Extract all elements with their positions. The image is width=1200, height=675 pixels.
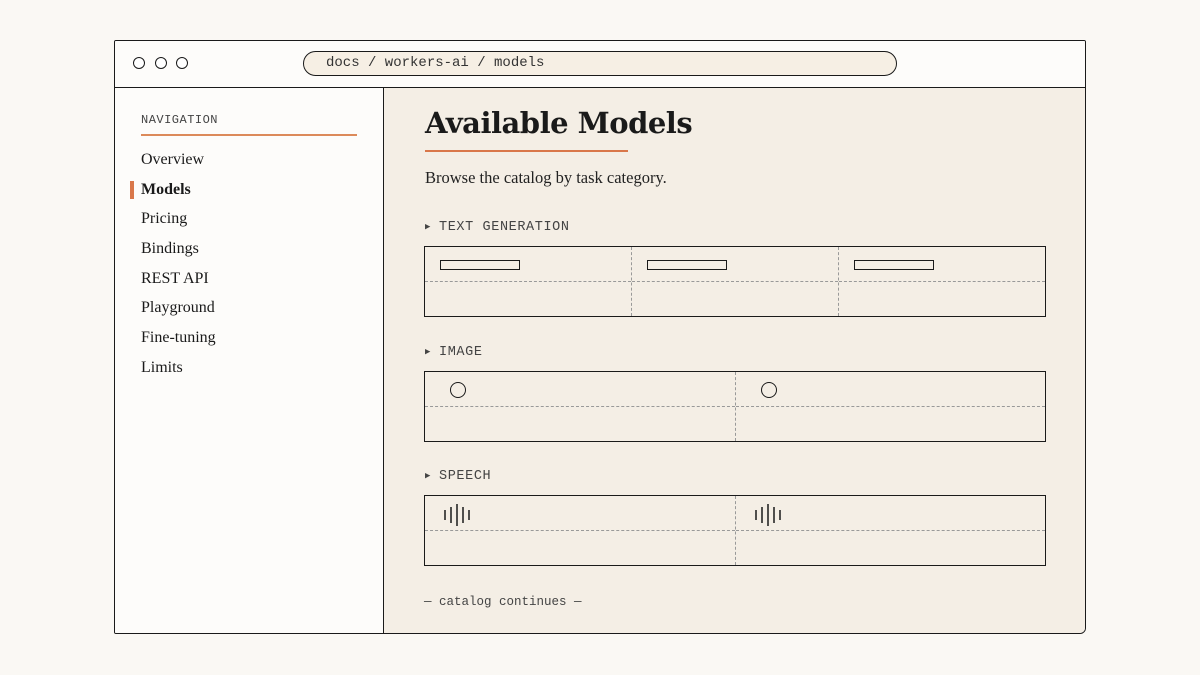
model-name-placeholder xyxy=(647,260,727,270)
triangle-right-icon: ▶ xyxy=(425,347,432,357)
section-label-speech[interactable]: ▶ SPEECH xyxy=(425,469,491,484)
sidebar-item-bindings[interactable]: Bindings xyxy=(115,234,383,264)
model-card[interactable] xyxy=(734,372,1046,441)
page-subtitle: Browse the catalog by task category. xyxy=(425,168,667,187)
image-circle-icon xyxy=(760,382,777,398)
model-grid-image xyxy=(424,371,1046,442)
page-title: Available Models xyxy=(425,106,693,140)
window-close-dot-icon[interactable] xyxy=(133,57,145,69)
nav-divider xyxy=(141,134,357,136)
main-content: Available Models Browse the catalog by t… xyxy=(384,88,1085,633)
window-minimize-dot-icon[interactable] xyxy=(155,57,167,69)
sidebar-item-models[interactable]: Models xyxy=(115,175,383,205)
sidebar-item-playground[interactable]: Playground xyxy=(115,293,383,323)
image-circle-icon xyxy=(450,382,466,398)
sidebar-item-pricing[interactable]: Pricing xyxy=(115,204,383,234)
browser-window: docs / workers-ai / models NAVIGATION Ov… xyxy=(114,40,1086,634)
section-label-text-generation[interactable]: ▶ TEXT GENERATION xyxy=(425,220,570,235)
sidebar-item-rest-api[interactable]: REST API xyxy=(115,264,383,294)
section-title: SPEECH xyxy=(439,469,492,484)
triangle-right-icon: ▶ xyxy=(425,222,432,232)
model-card[interactable] xyxy=(425,496,735,565)
section-label-image[interactable]: ▶ IMAGE xyxy=(425,345,483,360)
browser-titlebar: docs / workers-ai / models xyxy=(115,41,1085,88)
nav-list: Overview Models Pricing Bindings REST AP… xyxy=(115,145,383,383)
title-underline xyxy=(425,150,628,152)
catalog-continues-note: — catalog continues — xyxy=(424,595,582,609)
sidebar-item-overview[interactable]: Overview xyxy=(115,145,383,175)
model-grid-text-generation xyxy=(424,246,1046,317)
window-maximize-dot-icon[interactable] xyxy=(176,57,188,69)
model-name-placeholder xyxy=(854,260,934,270)
sidebar: NAVIGATION Overview Models Pricing Bindi… xyxy=(115,88,384,633)
nav-heading: NAVIGATION xyxy=(141,113,219,127)
waveform-icon xyxy=(754,504,781,526)
model-card[interactable] xyxy=(425,372,735,441)
model-grid-speech xyxy=(424,495,1046,566)
waveform-icon xyxy=(444,504,470,526)
model-card[interactable] xyxy=(838,247,1045,316)
address-bar[interactable]: docs / workers-ai / models xyxy=(303,51,897,76)
model-card[interactable] xyxy=(425,247,631,316)
model-card[interactable] xyxy=(631,247,838,316)
section-title: TEXT GENERATION xyxy=(439,220,570,235)
triangle-right-icon: ▶ xyxy=(425,471,432,481)
sidebar-item-fine-tuning[interactable]: Fine-tuning xyxy=(115,323,383,353)
section-title: IMAGE xyxy=(439,345,483,360)
model-card[interactable] xyxy=(734,496,1046,565)
model-name-placeholder xyxy=(440,260,520,270)
sidebar-item-limits[interactable]: Limits xyxy=(115,353,383,383)
